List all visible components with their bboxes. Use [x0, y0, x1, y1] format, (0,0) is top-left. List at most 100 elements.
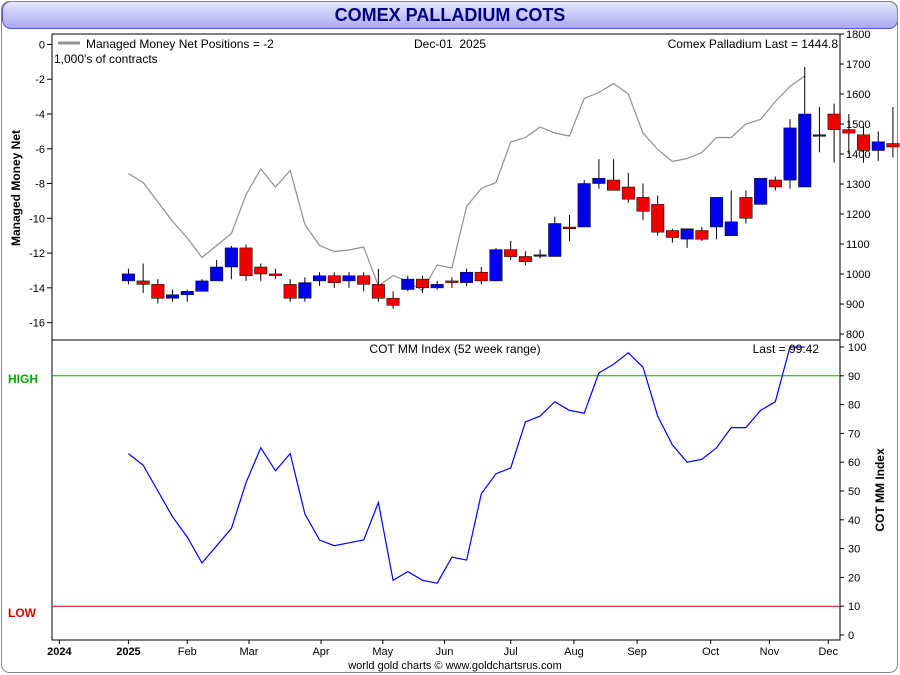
index-tick-label: 50: [848, 486, 860, 498]
right-tick-label: 1300: [846, 179, 870, 191]
candle-body: [548, 223, 562, 257]
candle-body: [313, 275, 327, 282]
candle-body: [371, 284, 385, 299]
right-tick-label: 800: [846, 329, 864, 341]
high-label: HIGH: [8, 372, 38, 386]
right-tick-label: 900: [846, 299, 864, 311]
index-last-label: Last = 99.42: [753, 342, 820, 356]
right-tick-label: 1600: [846, 89, 870, 101]
candle-body: [180, 291, 194, 296]
left-tick-label: -14: [29, 283, 45, 295]
right-tick-label: 1800: [846, 29, 870, 41]
candle-body: [298, 282, 312, 299]
right-tick-label: 1400: [846, 149, 870, 161]
right-tick-label: 1100: [846, 239, 870, 251]
candle-body: [636, 197, 650, 212]
y-axis-label: Managed Money Net: [9, 130, 23, 246]
candle-body: [121, 273, 135, 282]
date-label: Dec-01 2025: [414, 37, 486, 51]
candle-body: [460, 271, 474, 283]
candle-body: [327, 275, 341, 283]
candle-body: [239, 247, 253, 276]
top-panel: [51, 33, 841, 341]
candle-body: [504, 249, 518, 257]
candle-body: [136, 280, 150, 285]
candle-body: [224, 247, 238, 268]
candle-body: [357, 275, 371, 285]
x-tick-label: Sep: [627, 646, 647, 658]
chart-canvas: 0-2-4-6-8-10-12-14-168009001000110012001…: [1, 1, 900, 673]
left-tick-label: -2: [35, 74, 45, 86]
candle-body: [166, 294, 180, 299]
index-tick-label: 90: [848, 371, 860, 383]
left-tick-label: -12: [29, 248, 45, 260]
candle-body: [518, 256, 532, 262]
left-tick-label: -8: [35, 179, 45, 191]
candle-body: [342, 275, 356, 282]
index-tick-label: 0: [848, 630, 854, 642]
candle-body: [798, 113, 812, 188]
index-tick-label: 20: [848, 572, 860, 584]
index-tick-label: 10: [848, 601, 860, 613]
candle-body: [665, 230, 679, 238]
candle-body: [474, 271, 488, 282]
candle-body: [695, 230, 709, 240]
x-tick-label: Apr: [312, 646, 329, 658]
left-tick-label: -10: [29, 213, 45, 225]
candle-body: [768, 179, 782, 188]
candle-body: [812, 134, 826, 137]
x-tick-label: May: [372, 646, 393, 658]
candle-body: [401, 278, 415, 290]
bottom-panel: [51, 339, 841, 641]
candle-body: [724, 221, 738, 236]
candle-body: [710, 197, 724, 228]
candle-body: [562, 226, 576, 229]
candle-body: [857, 134, 871, 151]
x-tick-label: Nov: [760, 646, 780, 658]
candle-body: [621, 186, 635, 200]
candle-body: [886, 143, 900, 148]
candle-body: [871, 141, 885, 151]
x-tick-label: 2025: [116, 646, 140, 658]
candle-body: [210, 266, 224, 282]
units-note: 1,000's of contracts: [54, 52, 158, 66]
candle-body: [827, 113, 841, 130]
x-tick-label: Dec: [818, 646, 838, 658]
x-tick-label: Jul: [504, 646, 518, 658]
index-tick-label: 30: [848, 544, 860, 556]
index-tick-label: 70: [848, 428, 860, 440]
candle-body: [268, 273, 282, 276]
chart-frame: COMEX PALLADIUM COTS 0 -2 -4 -6 -8 -10 -12 -14-…: [0, 0, 900, 675]
x-tick-label: Jun: [436, 646, 454, 658]
index-tick-label: 40: [848, 515, 860, 527]
right-tick-label: 1700: [846, 59, 870, 71]
legend-label: Managed Money Net Positions = -2: [86, 37, 274, 51]
low-label: LOW: [8, 606, 37, 620]
footer-credit: world gold charts © www.goldchartsrus.co…: [347, 660, 562, 672]
candle-body: [533, 254, 547, 257]
candle-body: [739, 197, 753, 219]
left-tick-label: -16: [29, 318, 45, 330]
x-tick-label: Aug: [564, 646, 584, 658]
x-tick-label: 2024: [47, 646, 72, 658]
left-tick-label: 0: [39, 39, 45, 51]
price-label: Comex Palladium Last = 1444.8: [668, 37, 839, 51]
x-tick-label: Mar: [240, 646, 259, 658]
candle-body: [842, 129, 856, 134]
x-tick-label: Feb: [178, 646, 197, 658]
index-title: COT MM Index (52 week range): [369, 342, 540, 356]
candle-body: [283, 284, 297, 299]
candle-body: [592, 178, 606, 184]
y2-axis-label: COT MM Index: [873, 448, 887, 532]
index-tick-label: 80: [848, 400, 860, 412]
candle-body: [754, 178, 768, 205]
candle-body: [430, 284, 444, 289]
index-tick-label: 60: [848, 457, 860, 469]
x-tick-label: Oct: [702, 646, 719, 658]
index-tick-label: 100: [848, 342, 866, 354]
candle-body: [445, 280, 459, 283]
right-tick-label: 1200: [846, 209, 870, 221]
candle-body: [254, 266, 268, 275]
candle-body: [680, 228, 694, 240]
right-tick-label: 1000: [846, 269, 870, 281]
